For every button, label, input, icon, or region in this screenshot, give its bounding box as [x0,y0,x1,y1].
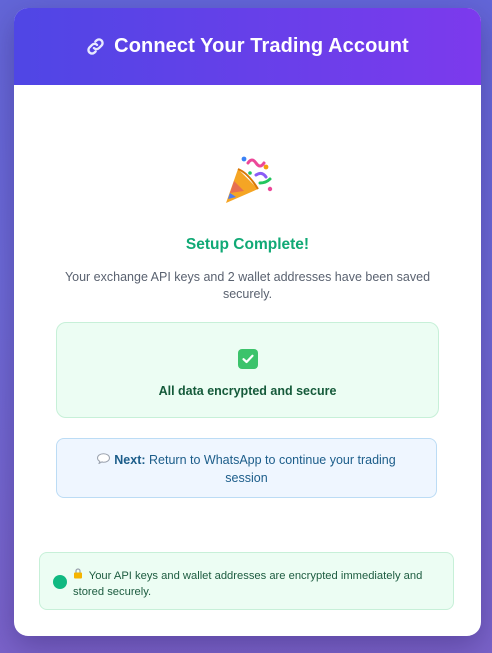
status-dot [53,575,67,589]
next-step-text: Return to WhatsApp to continue your trad… [149,453,396,485]
security-note-box: Your API keys and wallet addresses are e… [39,552,454,610]
page-title: Connect Your Trading Account [114,35,409,57]
party-popper-icon [14,153,481,222]
card-header: Connect Your Trading Account [14,8,481,85]
security-note-text: Your API keys and wallet addresses are e… [73,570,423,598]
setup-complete-title: Setup Complete! [185,236,310,253]
card-body: Setup Complete! Your exchange API keys a… [14,85,481,636]
speech-bubble-icon [97,453,111,470]
connect-account-card: Connect Your Trading Account Setup Compl… [14,8,481,636]
next-label: Next: [114,453,146,467]
lock-icon [73,568,86,582]
next-step-box: Next: Return to WhatsApp to continue you… [56,438,437,498]
check-mark-icon [237,349,258,369]
link-icon [86,37,105,56]
setup-description: Your exchange API keys and 2 wallet addr… [64,270,431,301]
secure-status-box: All data encrypted and secure [56,322,439,418]
secure-status-text: All data encrypted and secure [158,384,337,398]
